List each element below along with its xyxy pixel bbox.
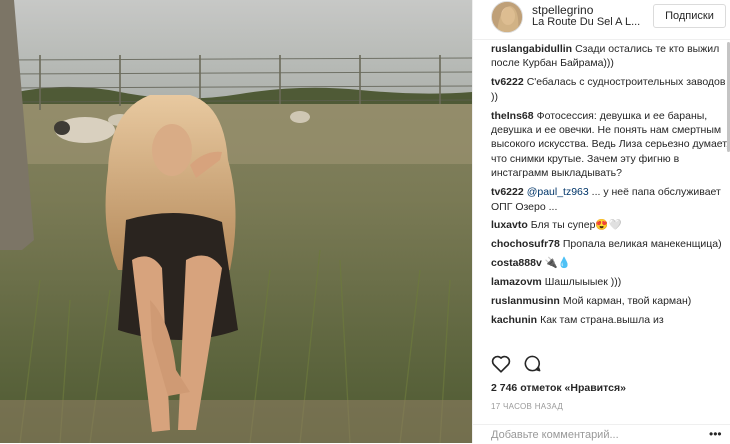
comment-mention[interactable]: @paul_tz963 (527, 186, 589, 198)
comment-username[interactable]: tv6222 (491, 76, 524, 88)
comment-username[interactable]: lamazovm (491, 276, 542, 288)
comment-item: ruslangabidullin Сзади остались те кто вы… (491, 42, 729, 71)
comment-text: Шашлыыыек ))) (544, 276, 622, 289)
comment-username[interactable]: costa888v (491, 257, 542, 269)
post-side-panel: stpellegrino La Route Du Sel A L... Подп… (472, 0, 730, 443)
comment-text: С'ебалась с судностроительных заводов )) (491, 76, 726, 103)
comments-list[interactable]: ruslangabidullin Сзади остались те кто вы… (491, 42, 729, 344)
comment-item: kachunin Как там страна.вышла из (491, 313, 729, 327)
comment-text: ... у неё папа обслуживает ОПГ Озеро ... (491, 186, 721, 213)
comment-item: costa888v 🔌💧 (491, 256, 729, 270)
comment-text: Бля ты супер😍🤍 (530, 219, 622, 232)
comment-text: Мой карман, твой карман) (562, 295, 692, 308)
comment-username[interactable]: ruslangabidullin (491, 43, 572, 55)
heart-icon[interactable] (491, 354, 511, 378)
likes-count[interactable]: 2 746 отметок «Нравится» (491, 382, 626, 394)
avatar[interactable] (491, 1, 523, 33)
comment-input[interactable] (491, 429, 691, 441)
comment-text: 🔌💧 (544, 257, 571, 270)
following-button[interactable]: Подписки (653, 4, 726, 28)
comment-item: tv6222 @paul_tz963 ... у неё папа обслужи… (491, 185, 729, 214)
comment-username[interactable]: luxavto (491, 219, 528, 231)
comment-item: theIns68 Фотосессия: девушка и ее бараны,… (491, 109, 729, 181)
speech-bubble-icon[interactable] (523, 354, 542, 378)
post-username[interactable]: stpellegrino (532, 3, 593, 17)
comment-item: luxavto Бля ты супер😍🤍 (491, 218, 729, 232)
post-header: stpellegrino La Route Du Sel A L... Подп… (473, 0, 730, 40)
comment-username[interactable]: theIns68 (491, 110, 534, 122)
more-dots-icon[interactable]: ••• (709, 427, 722, 441)
comment-username[interactable]: ruslanmusinn (491, 295, 560, 307)
comment-item: chochosufr78 Пропала великая манекенщица) (491, 237, 729, 251)
avatar-image (492, 2, 522, 32)
comment-text: Пропала великая манекенщица) (562, 238, 722, 251)
comment-text: Как там страна.вышла из (540, 314, 664, 326)
post-timestamp[interactable]: 17 часов назад (491, 402, 563, 411)
add-comment-bar: ••• (473, 424, 730, 444)
post-photo (0, 0, 472, 443)
post-location[interactable]: La Route Du Sel A L... (532, 16, 640, 28)
comment-item: tv6222 С'ебалась с судностроительных заво… (491, 75, 729, 104)
comment-username[interactable]: chochosufr78 (491, 238, 560, 250)
comment-item: ruslanmusinn Мой карман, твой карман) (491, 294, 729, 308)
comment-item: lamazovm Шашлыыыек ))) (491, 275, 729, 289)
comment-username[interactable]: tv6222 (491, 186, 524, 198)
comment-username[interactable]: kachunin (491, 314, 537, 326)
